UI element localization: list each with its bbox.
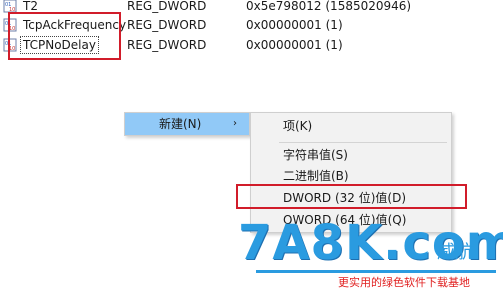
watermark-side-text: 威航 — [437, 242, 473, 263]
annotation-box-values — [8, 12, 121, 60]
watermark-tagline: 更实用的绿色软件下载基地 — [338, 276, 470, 289]
menu-item-key[interactable]: 项(K) — [251, 115, 451, 137]
menu-item-label: 项(K) — [283, 119, 313, 133]
value-data: 0x00000001 (1) — [246, 38, 343, 52]
value-type: REG_DWORD — [127, 18, 207, 32]
value-data: 0x5e798012 (1585020946) — [246, 0, 412, 13]
menu-separator — [279, 142, 447, 143]
value-type: REG_DWORD — [127, 0, 207, 13]
context-menu: 新建(N) › — [124, 112, 250, 136]
menu-item-new[interactable]: 新建(N) › — [125, 113, 249, 135]
value-data: 0x00000001 (1) — [246, 18, 343, 32]
value-type: REG_DWORD — [127, 38, 207, 52]
menu-item-string-value[interactable]: 字符串值(S) — [251, 144, 451, 166]
annotation-box-dword — [236, 184, 467, 209]
chevron-right-icon: › — [233, 118, 237, 129]
menu-item-label: 字符串值(S) — [283, 148, 348, 162]
watermark-underline — [256, 270, 496, 273]
menu-item-label: 新建(N) — [159, 117, 202, 131]
